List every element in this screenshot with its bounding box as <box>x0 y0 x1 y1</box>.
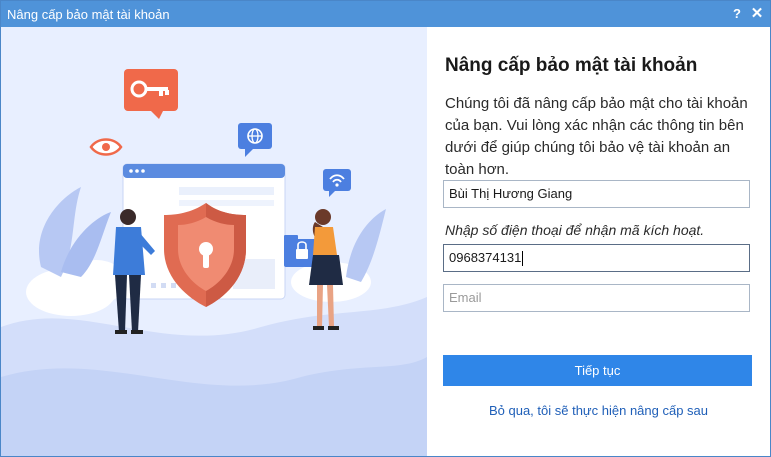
phone-hint: Nhập số điện thoại để nhận mã kích hoạt. <box>445 222 705 238</box>
phone-value: 0968374131 <box>449 250 522 265</box>
skip-upgrade-link[interactable]: Bỏ qua, tôi sẽ thực hiện nâng cấp sau <box>427 403 770 418</box>
email-placeholder: Email <box>449 290 482 305</box>
globe-icon <box>238 123 272 157</box>
browser-titlebar <box>123 164 285 178</box>
close-button[interactable]: ✕ <box>749 5 765 23</box>
phone-field[interactable]: 0968374131 <box>443 244 750 272</box>
plant-leaf <box>346 209 386 282</box>
security-illustration <box>1 27 427 456</box>
help-button[interactable]: ? <box>729 5 745 23</box>
text-caret <box>522 251 524 267</box>
full-name-field[interactable]: Bùi Thị Hương Giang <box>443 180 750 208</box>
email-field[interactable]: Email <box>443 284 750 312</box>
illustration-art <box>1 69 427 456</box>
form-heading: Nâng cấp bảo mật tài khoản <box>445 55 698 76</box>
form-description: Chúng tôi đã nâng cấp bảo mật cho tài kh… <box>445 95 748 178</box>
woman-figure <box>309 209 343 330</box>
continue-button[interactable]: Tiếp tục <box>443 355 752 386</box>
title-bar[interactable]: Nâng cấp bảo mật tài khoản ? ✕ <box>1 1 770 27</box>
wifi-icon <box>323 169 351 197</box>
window-title: Nâng cấp bảo mật tài khoản <box>7 7 170 22</box>
dialog-window: Nâng cấp bảo mật tài khoản ? ✕ Nâng cấp … <box>0 0 771 457</box>
upgrade-form: Nâng cấp bảo mật tài khoản Chúng tôi đã … <box>427 27 770 456</box>
key-icon <box>124 69 178 119</box>
full-name-value: Bùi Thị Hương Giang <box>449 186 573 201</box>
eye-icon <box>89 138 123 156</box>
